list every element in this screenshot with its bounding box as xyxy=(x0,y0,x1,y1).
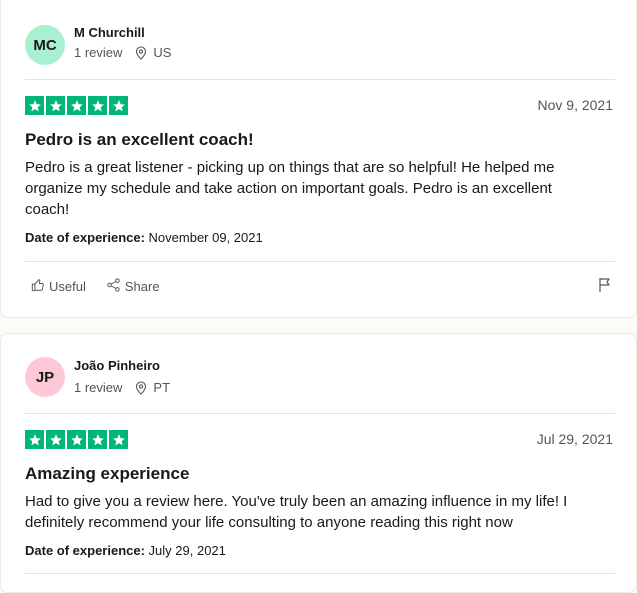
star-icon xyxy=(67,430,86,449)
flag-icon[interactable] xyxy=(598,277,612,298)
share-button[interactable]: Share xyxy=(106,278,160,295)
share-icon xyxy=(106,278,121,295)
location-pin-icon xyxy=(135,380,147,395)
review-count: 1 review xyxy=(74,45,123,60)
star-icon xyxy=(67,96,86,115)
experience-date: November 09, 2021 xyxy=(148,230,263,245)
avatar[interactable]: JP xyxy=(25,357,65,397)
divider xyxy=(25,573,615,574)
review-card: MC M Churchill 1 review US Nov 9, 2021 P… xyxy=(0,0,637,318)
star-icon xyxy=(25,96,44,115)
thumbs-up-icon xyxy=(31,278,45,295)
star-rating xyxy=(25,430,128,449)
useful-label: Useful xyxy=(49,279,86,294)
star-rating xyxy=(25,96,128,115)
reviewer-name[interactable]: João Pinheiro xyxy=(74,358,160,373)
star-icon xyxy=(88,96,107,115)
reviewer-meta: 1 review PT xyxy=(74,380,170,395)
review-card: JP João Pinheiro 1 review PT Jul 29, 202… xyxy=(0,333,637,593)
review-count: 1 review xyxy=(74,380,123,395)
reviewer-name[interactable]: M Churchill xyxy=(74,25,145,40)
review-text: Had to give you a review here. You've tr… xyxy=(25,493,568,531)
star-icon xyxy=(25,430,44,449)
review-actions: Useful Share xyxy=(31,278,160,295)
share-label: Share xyxy=(124,279,160,294)
experience-date: July 29, 2021 xyxy=(148,543,226,558)
reviewer-country: US xyxy=(153,45,172,60)
divider xyxy=(25,79,615,80)
useful-button[interactable]: Useful xyxy=(31,278,86,295)
star-icon xyxy=(109,96,128,115)
divider xyxy=(25,413,615,414)
review-title[interactable]: Amazing experience xyxy=(25,464,189,484)
reviewer-country: PT xyxy=(153,380,171,395)
star-icon xyxy=(109,430,128,449)
review-title[interactable]: Pedro is an excellent coach! xyxy=(25,130,254,150)
review-date: Jul 29, 2021 xyxy=(536,431,613,447)
review-date: Nov 9, 2021 xyxy=(537,97,614,113)
divider xyxy=(25,261,615,262)
star-icon xyxy=(46,96,65,115)
location-pin-icon xyxy=(135,45,147,60)
date-of-experience: Date of experience: November 09, 2021 xyxy=(25,230,263,245)
avatar[interactable]: MC xyxy=(25,25,65,65)
review-text: Pedro is a great listener - picking up o… xyxy=(25,159,555,218)
date-of-experience: Date of experience: July 29, 2021 xyxy=(25,543,226,558)
reviewer-meta: 1 review US xyxy=(74,45,171,60)
experience-label: Date of experience: xyxy=(25,230,149,245)
star-icon xyxy=(46,430,65,449)
experience-label: Date of experience: xyxy=(25,543,149,558)
star-icon xyxy=(88,430,107,449)
